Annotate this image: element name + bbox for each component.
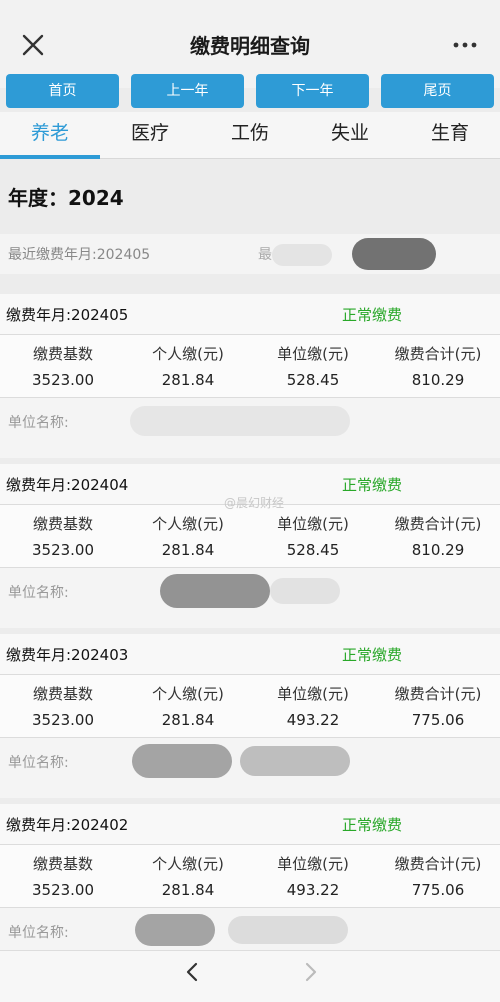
- insurance-tabs: 养老 医疗 工伤 失业 生育: [0, 112, 500, 159]
- nav-buttons: 首页 上一年 下一年 尾页: [0, 74, 500, 108]
- value-personal: 281.84: [161, 541, 215, 559]
- col-total: 缴费合计(元): [394, 515, 482, 533]
- record-header: 缴费年月:202403 正常缴费: [0, 634, 500, 675]
- employer-name-label: 单位名称:: [8, 925, 69, 941]
- watermark: @晨幻财经: [224, 496, 285, 510]
- col-base: 缴费基数: [32, 685, 93, 703]
- payment-record: 缴费年月:202403 正常缴费 缴费基数 个人缴(元) 单位缴(元) 缴费合计…: [0, 634, 500, 798]
- col-personal: 个人缴(元): [152, 515, 224, 533]
- tab-injury[interactable]: 工伤: [200, 112, 300, 156]
- payment-table: 缴费基数 个人缴(元) 单位缴(元) 缴费合计(元) 3523.00 281.8…: [0, 335, 500, 398]
- value-employer: 528.45: [286, 371, 340, 389]
- value-personal: 281.84: [161, 711, 215, 729]
- payment-table: 缴费基数 个人缴(元) 单位缴(元) 缴费合计(元) 3523.00 281.8…: [0, 675, 500, 738]
- payment-record: 缴费年月:202402 正常缴费 缴费基数 个人缴(元) 单位缴(元) 缴费合计…: [0, 804, 500, 968]
- value-base: 3523.00: [31, 371, 95, 389]
- employer-name-row: 单位名称:: [0, 908, 500, 954]
- value-personal: 281.84: [161, 371, 215, 389]
- tab-maternity[interactable]: 生育: [400, 112, 500, 156]
- col-personal: 个人缴(元): [152, 345, 224, 363]
- col-personal: 个人缴(元): [152, 855, 224, 873]
- employer-name-row: 单位名称:: [0, 738, 500, 784]
- payment-status: 正常缴费: [342, 306, 403, 324]
- payment-month: 缴费年月:202402: [6, 816, 129, 834]
- last-page-button[interactable]: 尾页: [381, 74, 494, 108]
- value-base: 3523.00: [31, 711, 95, 729]
- prev-year-button[interactable]: 上一年: [131, 74, 244, 108]
- employer-name-label: 单位名称:: [8, 585, 69, 601]
- employer-name-label: 单位名称:: [8, 755, 69, 771]
- chevron-right-icon: [300, 962, 320, 982]
- col-employer: 单位缴(元): [277, 685, 349, 703]
- value-employer: 493.22: [286, 711, 340, 729]
- tab-unemployment[interactable]: 失业: [300, 112, 400, 156]
- redacted-smudge: [272, 244, 332, 266]
- year-heading: 年度：2024: [8, 186, 124, 210]
- col-base: 缴费基数: [32, 345, 93, 363]
- employer-name-label: 单位名称:: [8, 415, 69, 431]
- bottom-toolbar: [0, 950, 500, 1002]
- redacted-scribble: [352, 238, 436, 270]
- payment-month: 缴费年月:202403: [6, 646, 129, 664]
- payment-month: 缴费年月:202405: [6, 306, 129, 324]
- payment-table: 缴费基数 个人缴(元) 单位缴(元) 缴费合计(元) 3523.00 281.8…: [0, 505, 500, 568]
- col-employer: 单位缴(元): [277, 855, 349, 873]
- col-total: 缴费合计(元): [394, 685, 482, 703]
- payment-month: 缴费年月:202404: [6, 476, 129, 494]
- recent-payment-label: 最近缴费年月:202405: [8, 247, 151, 263]
- value-total: 775.06: [411, 711, 465, 729]
- value-base: 3523.00: [31, 541, 95, 559]
- col-base: 缴费基数: [32, 855, 93, 873]
- value-total: 810.29: [411, 371, 465, 389]
- recent-payment-row: 最近缴费年月:202405 最: [0, 234, 500, 274]
- redacted-scribble: [160, 574, 270, 608]
- redacted-smudge: [130, 406, 350, 436]
- first-page-button[interactable]: 首页: [6, 74, 119, 108]
- payment-status: 正常缴费: [342, 646, 403, 664]
- payment-table: 缴费基数 个人缴(元) 单位缴(元) 缴费合计(元) 3523.00 281.8…: [0, 845, 500, 908]
- redacted-smudge: [270, 578, 340, 604]
- col-base: 缴费基数: [32, 515, 93, 533]
- record-header: 缴费年月:202405 正常缴费: [0, 294, 500, 335]
- next-year-button[interactable]: 下一年: [256, 74, 369, 108]
- employer-name-row: 单位名称:: [0, 568, 500, 614]
- col-employer: 单位缴(元): [277, 345, 349, 363]
- payment-status: 正常缴费: [342, 816, 403, 834]
- payment-status: 正常缴费: [342, 476, 403, 494]
- value-total: 810.29: [411, 541, 465, 559]
- redacted-scribble: [135, 914, 215, 946]
- tab-medical[interactable]: 医疗: [100, 112, 200, 156]
- payment-record: 缴费年月:202405 正常缴费 缴费基数 个人缴(元) 单位缴(元) 缴费合计…: [0, 294, 500, 458]
- value-personal: 281.84: [161, 881, 215, 899]
- col-employer: 单位缴(元): [277, 515, 349, 533]
- record-header: 缴费年月:202402 正常缴费: [0, 804, 500, 845]
- employer-name-row: 单位名称:: [0, 398, 500, 444]
- col-total: 缴费合计(元): [394, 345, 482, 363]
- page-title: 缴费明细查询: [190, 34, 310, 58]
- redacted-scribble: [132, 744, 232, 778]
- value-base: 3523.00: [31, 881, 95, 899]
- value-employer: 493.22: [286, 881, 340, 899]
- tab-pension[interactable]: 养老: [0, 112, 100, 159]
- payment-record: 缴费年月:202404 正常缴费 缴费基数 个人缴(元) 单位缴(元) 缴费合计…: [0, 464, 500, 628]
- redacted-smudge: [228, 916, 348, 944]
- redacted-scribble: [240, 746, 350, 776]
- value-total: 775.06: [411, 881, 465, 899]
- recent-secondary-label: 最: [258, 247, 272, 263]
- value-employer: 528.45: [286, 541, 340, 559]
- col-total: 缴费合计(元): [394, 855, 482, 873]
- col-personal: 个人缴(元): [152, 685, 224, 703]
- more-icon[interactable]: [450, 30, 480, 60]
- chevron-left-icon[interactable]: [183, 962, 203, 982]
